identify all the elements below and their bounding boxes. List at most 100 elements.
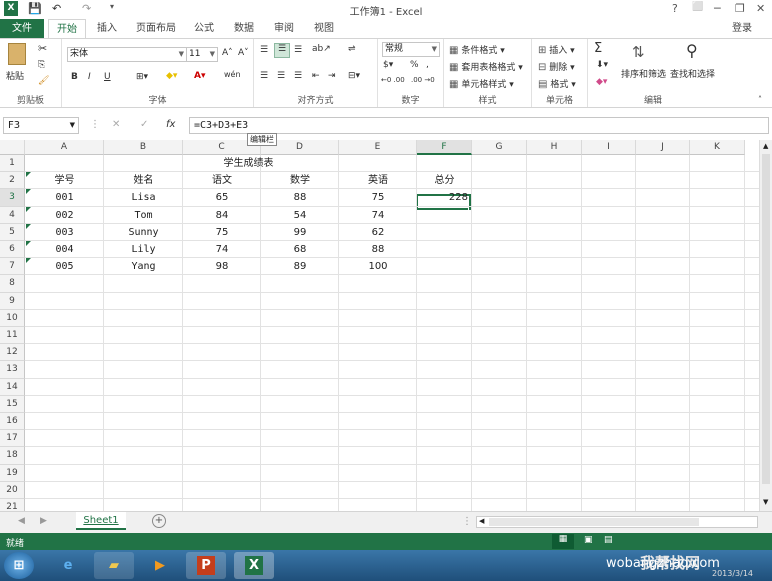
cancel-formula-button[interactable]: ✕ bbox=[112, 119, 120, 130]
column-header-h[interactable]: H bbox=[527, 140, 582, 155]
vertical-scroll-thumb[interactable] bbox=[762, 154, 770, 484]
paste-button[interactable]: 粘贴 bbox=[6, 69, 24, 82]
row-header-20[interactable]: 20 bbox=[0, 481, 25, 499]
find-select-icon[interactable]: ⚲ bbox=[686, 41, 698, 60]
conditional-format-button[interactable]: ▦ 条件格式 ▾ bbox=[449, 43, 505, 56]
column-header-g[interactable]: G bbox=[472, 140, 527, 155]
data-cell[interactable]: Lisa bbox=[104, 189, 183, 206]
decrease-decimal-button[interactable]: .00 →0 bbox=[411, 76, 435, 84]
tab-page-layout[interactable]: 页面布局 bbox=[130, 19, 182, 38]
prev-sheet-icon[interactable]: ◀ bbox=[18, 516, 25, 526]
data-cell[interactable]: 100 bbox=[339, 258, 417, 275]
column-header-i[interactable]: I bbox=[582, 140, 636, 155]
row-header-11[interactable]: 11 bbox=[0, 327, 25, 345]
tab-insert[interactable]: 插入 bbox=[90, 19, 124, 38]
shrink-font-button[interactable]: A˅ bbox=[238, 48, 249, 58]
align-top-icon[interactable]: ☰ bbox=[260, 45, 268, 55]
data-cell[interactable]: 88 bbox=[261, 189, 339, 206]
clear-icon[interactable]: ◆▾ bbox=[596, 77, 607, 87]
data-cell[interactable]: Lily bbox=[104, 241, 183, 258]
border-icon[interactable]: ⊞▾ bbox=[136, 72, 148, 82]
font-name-select[interactable]: 宋体 ▼ bbox=[67, 47, 187, 62]
row-header-2[interactable]: 2 bbox=[0, 172, 25, 190]
autosum-icon[interactable]: Σ bbox=[594, 41, 602, 56]
currency-icon[interactable]: $▾ bbox=[383, 60, 393, 70]
data-cell[interactable]: 74 bbox=[183, 241, 261, 258]
fill-icon[interactable]: ⬇▾ bbox=[596, 60, 608, 70]
tab-data[interactable]: 数据 bbox=[226, 19, 262, 38]
close-icon[interactable]: ✕ bbox=[756, 2, 765, 15]
sheet-title-cell[interactable]: 学生成绩表 bbox=[25, 155, 472, 172]
horizontal-scrollbar[interactable]: ◀ bbox=[476, 516, 758, 528]
scroll-down-icon[interactable]: ▼ bbox=[763, 498, 768, 506]
align-middle-icon[interactable]: ☰ bbox=[274, 43, 290, 58]
scroll-up-icon[interactable]: ▲ bbox=[763, 142, 768, 150]
data-cell[interactable]: Yang bbox=[104, 258, 183, 275]
row-header-18[interactable]: 18 bbox=[0, 447, 25, 465]
error-indicator-icon[interactable] bbox=[26, 223, 31, 229]
data-cell[interactable]: 001 bbox=[25, 189, 104, 206]
page-break-view-icon[interactable]: ▤ bbox=[604, 535, 613, 545]
find-select-button[interactable]: 查找和选择 bbox=[670, 67, 715, 80]
data-cell[interactable]: 75 bbox=[339, 189, 417, 206]
horizontal-scroll-thumb[interactable] bbox=[489, 518, 699, 526]
normal-view-icon[interactable]: ▦ bbox=[552, 534, 574, 549]
underline-button[interactable]: U bbox=[104, 72, 111, 82]
select-all-corner[interactable] bbox=[0, 140, 25, 155]
column-header-a[interactable]: A bbox=[25, 140, 104, 155]
delete-cells-button[interactable]: ⊟ 删除 ▾ bbox=[538, 60, 575, 73]
column-header-b[interactable]: B bbox=[104, 140, 183, 155]
start-button[interactable]: ⊞ bbox=[4, 552, 34, 579]
sheet-tab-sheet1[interactable]: Sheet1 bbox=[76, 512, 126, 530]
row-header-6[interactable]: 6 bbox=[0, 241, 25, 259]
media-player-taskbar-icon[interactable]: ▶ bbox=[140, 552, 180, 579]
ie-taskbar-icon[interactable]: e bbox=[48, 552, 88, 579]
header-cell[interactable]: 学号 bbox=[25, 172, 104, 189]
tab-home[interactable]: 开始 bbox=[48, 19, 86, 39]
error-indicator-icon[interactable] bbox=[26, 189, 31, 195]
row-header-5[interactable]: 5 bbox=[0, 223, 25, 241]
row-header-4[interactable]: 4 bbox=[0, 206, 25, 224]
orientation-icon[interactable]: ab↗ bbox=[312, 44, 331, 54]
phonetic-icon[interactable]: wén bbox=[224, 70, 241, 79]
row-header-16[interactable]: 16 bbox=[0, 413, 25, 431]
insert-cells-button[interactable]: ⊞ 插入 ▾ bbox=[538, 43, 575, 56]
data-cell[interactable]: 003 bbox=[25, 224, 104, 241]
tab-file[interactable]: 文件 bbox=[0, 19, 44, 38]
data-cell[interactable]: 68 bbox=[261, 241, 339, 258]
align-bottom-icon[interactable]: ☰ bbox=[294, 45, 302, 55]
comma-button[interactable]: , bbox=[426, 60, 429, 70]
data-cell[interactable]: 005 bbox=[25, 258, 104, 275]
column-header-e[interactable]: E bbox=[339, 140, 417, 155]
name-box[interactable]: F3 ▼ bbox=[3, 117, 79, 134]
data-cell[interactable]: 62 bbox=[339, 224, 417, 241]
row-header-17[interactable]: 17 bbox=[0, 430, 25, 448]
format-cells-button[interactable]: ▤ 格式 ▾ bbox=[538, 77, 576, 90]
vertical-scrollbar[interactable]: ▲ ▼ bbox=[759, 140, 772, 511]
data-cell[interactable]: 75 bbox=[183, 224, 261, 241]
worksheet-grid[interactable]: A B C D E F G H I J K 1 2 3 4 5 6 7 8 9 10 11 12 13 14 15 16 17 18 19… bbox=[0, 140, 772, 511]
row-header-8[interactable]: 8 bbox=[0, 275, 25, 293]
copy-icon[interactable]: ⎘ bbox=[38, 60, 45, 70]
cut-icon[interactable]: ✂ bbox=[38, 42, 47, 55]
number-format-select[interactable]: 常规 ▼ bbox=[382, 42, 440, 57]
enter-formula-button[interactable]: ✓ bbox=[140, 119, 148, 130]
header-cell[interactable]: 英语 bbox=[339, 172, 417, 189]
explorer-taskbar-icon[interactable]: ▰ bbox=[94, 552, 134, 579]
grow-font-button[interactable]: A˄ bbox=[222, 48, 233, 58]
formula-input[interactable]: =C3+D3+E3 bbox=[189, 117, 769, 134]
data-cell[interactable]: 65 bbox=[183, 189, 261, 206]
align-center-icon[interactable]: ☰ bbox=[277, 71, 285, 81]
row-header-21[interactable]: 21 bbox=[0, 499, 25, 511]
page-layout-view-icon[interactable]: ▣ bbox=[584, 535, 593, 545]
collapse-ribbon-icon[interactable]: ˄ bbox=[758, 95, 762, 104]
tab-review[interactable]: 审阅 bbox=[266, 19, 302, 38]
ribbon-display-options-icon[interactable]: ⬜ bbox=[692, 2, 703, 12]
data-cell[interactable]: 98 bbox=[183, 258, 261, 275]
increase-indent-icon[interactable]: ⇥ bbox=[328, 71, 336, 81]
align-right-icon[interactable]: ☰ bbox=[294, 71, 302, 81]
sign-in-link[interactable]: 登录 bbox=[722, 19, 762, 38]
minimize-icon[interactable]: ─ bbox=[714, 2, 721, 15]
scroll-left-icon[interactable]: ◀ bbox=[479, 517, 484, 525]
row-header-1[interactable]: 1 bbox=[0, 155, 25, 173]
